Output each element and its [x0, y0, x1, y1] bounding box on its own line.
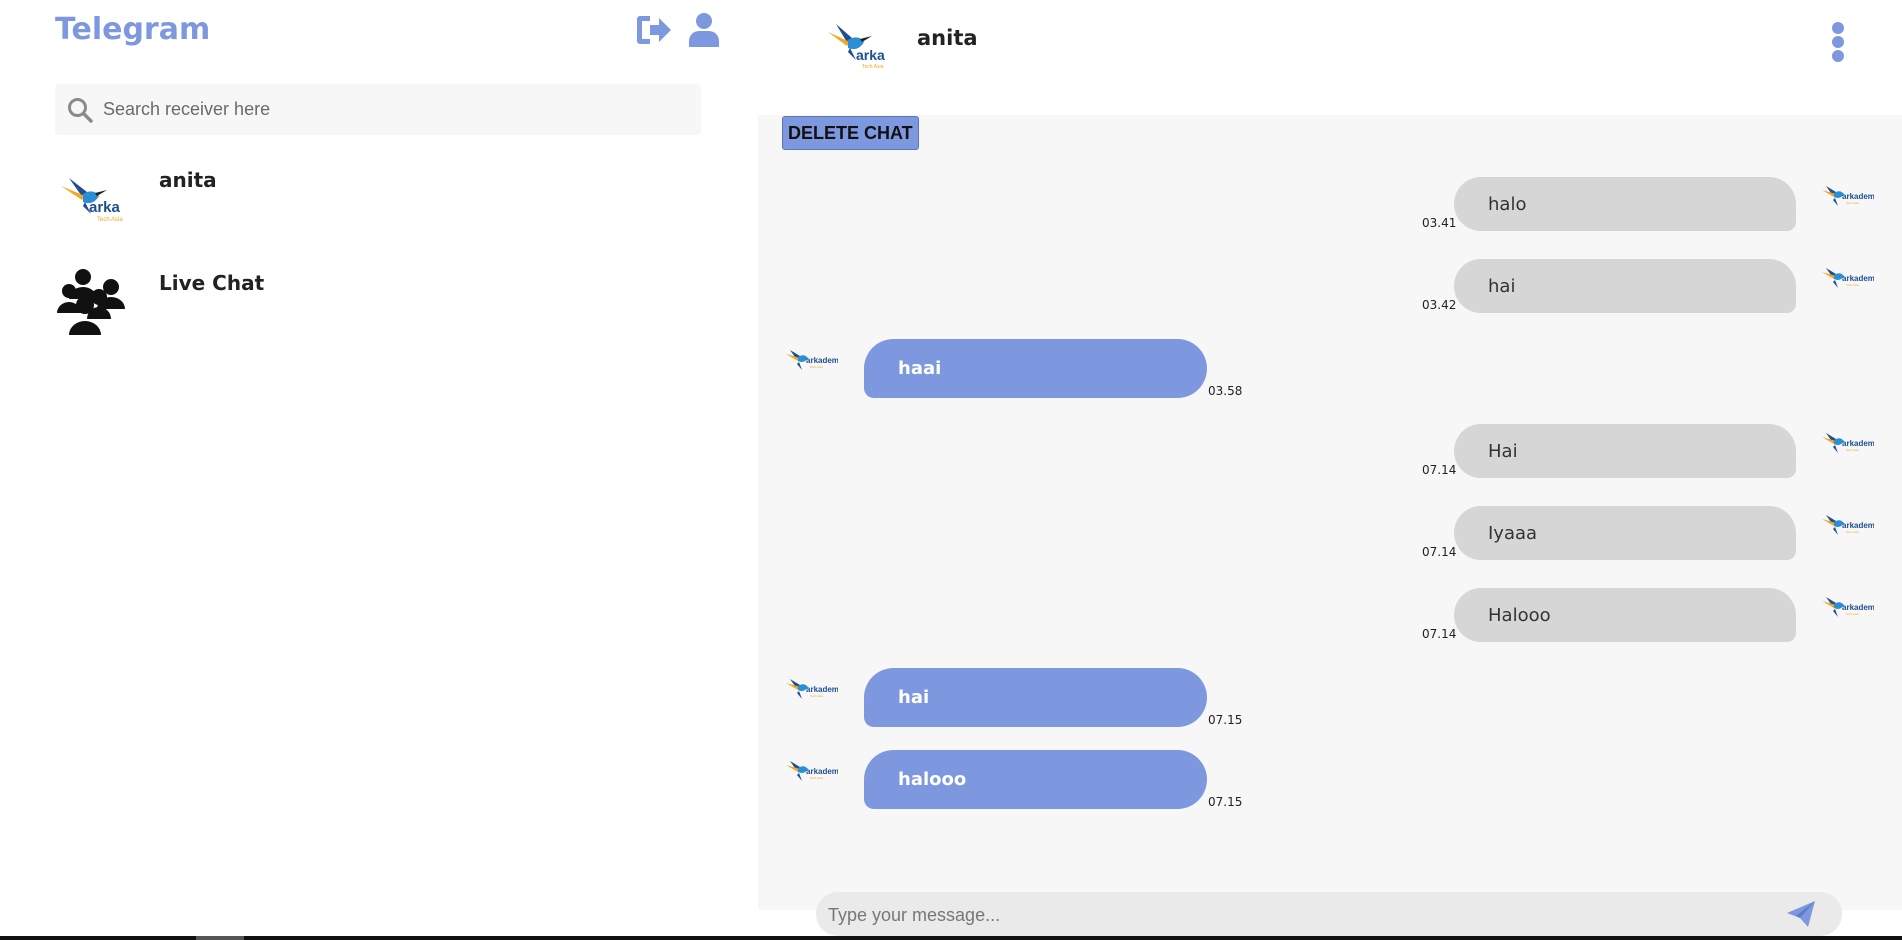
outgoing-message-bubble[interactable]: Hai — [1454, 424, 1796, 478]
incoming-message-bubble[interactable]: halooo — [864, 750, 1207, 809]
arkademy-logo: arkademyTech Asia — [1822, 268, 1874, 288]
message-text: Iyaaa — [1488, 522, 1538, 544]
chat-partner-name: anita — [917, 26, 978, 50]
sidebar: Telegram Search receiver here arka Tech … — [0, 0, 758, 936]
logo-tagline: Tech Asia — [1846, 201, 1859, 205]
arkademy-logo: arkademyTech Asia — [1822, 515, 1874, 535]
message-time: 07.15 — [1208, 795, 1243, 809]
outgoing-message-bubble[interactable]: Halooo — [1454, 588, 1796, 642]
logo-text: arkademy — [1842, 521, 1874, 530]
message-row: arkademyTech Asia haai 03.58 — [758, 339, 1902, 405]
message-composer — [816, 892, 1842, 936]
message-text: hai — [1488, 275, 1516, 297]
message-text: Halooo — [1488, 604, 1551, 626]
arkademy-logo: arkademyTech Asia — [1822, 433, 1874, 453]
outgoing-message-bubble[interactable]: halo — [1454, 177, 1796, 231]
arkademy-logo: arkademyTech Asia — [786, 679, 838, 699]
search-box — [55, 84, 701, 135]
arkademy-logo: arka Tech Asia — [61, 178, 123, 223]
message-time: 07.14 — [1422, 545, 1457, 559]
message-row: arkademyTech Asia Hai 07.14 — [758, 424, 1902, 490]
message-row: arkademyTech Asia hai 03.42 — [758, 259, 1902, 325]
message-text: halooo — [898, 769, 967, 790]
taskbar-edge — [0, 936, 1902, 940]
sidebar-top-icons — [634, 10, 724, 50]
group-icon — [55, 263, 127, 335]
contact-item-live-chat[interactable]: Live Chat — [55, 263, 705, 343]
logo-tagline: Tech Asia — [810, 694, 823, 698]
arkademy-logo: arkademyTech Asia — [1822, 597, 1874, 617]
logo-tagline: Tech Asia — [1846, 612, 1859, 616]
search-input[interactable] — [101, 98, 685, 121]
arkademy-logo: arka Tech Asia — [828, 24, 885, 70]
logo-tagline: Tech Asia — [810, 365, 823, 369]
message-text: hai — [898, 687, 930, 708]
arkademy-logo: arkademyTech Asia — [1822, 186, 1874, 206]
contact-avatar: arka Tech Asia — [55, 160, 127, 232]
svg-text:Tech Asia: Tech Asia — [97, 217, 123, 223]
kebab-menu-icon[interactable] — [1826, 22, 1850, 68]
message-time: 07.15 — [1208, 713, 1243, 727]
delete-chat-button[interactable]: DELETE CHAT — [782, 116, 919, 150]
message-time: 07.14 — [1422, 627, 1457, 641]
app-title: Telegram — [55, 12, 211, 47]
logo-text: arkademy — [1842, 603, 1874, 612]
logo-text: arkademy — [806, 356, 838, 365]
logo-tagline: Tech Asia — [810, 776, 823, 780]
message-row: arkademyTech Asia halo 03.41 — [758, 177, 1902, 243]
logo-tagline: Tech Asia — [1846, 283, 1859, 287]
logo-tagline: Tech Asia — [1846, 448, 1859, 452]
outgoing-message-bubble[interactable]: hai — [1454, 259, 1796, 313]
profile-icon[interactable] — [684, 10, 724, 50]
incoming-message-bubble[interactable]: hai — [864, 668, 1207, 727]
logo-text: arkademy — [806, 685, 838, 694]
contact-name: Live Chat — [159, 271, 265, 295]
message-row: arkademyTech Asia hai 07.15 — [758, 668, 1902, 734]
incoming-message-bubble[interactable]: haai — [864, 339, 1207, 398]
message-time: 03.42 — [1422, 298, 1457, 312]
logo-text: arkademy — [1842, 274, 1874, 283]
message-row: arkademyTech Asia Halooo 07.14 — [758, 588, 1902, 654]
message-row: arkademyTech Asia halooo 07.15 — [758, 750, 1902, 816]
send-icon[interactable] — [1786, 900, 1816, 928]
logo-text: arkademy — [806, 767, 838, 776]
svg-text:arka: arka — [856, 47, 885, 63]
outgoing-message-bubble[interactable]: Iyaaa — [1454, 506, 1796, 560]
arkademy-logo: arkademyTech Asia — [786, 350, 838, 370]
contact-name: anita — [159, 168, 217, 192]
message-text: halo — [1488, 193, 1527, 215]
header-avatar[interactable]: arka Tech Asia — [826, 14, 890, 70]
message-row: arkademyTech Asia Iyaaa 07.14 — [758, 506, 1902, 572]
contact-item-anita[interactable]: arka Tech Asia anita — [55, 160, 705, 240]
svg-text:Tech Asia: Tech Asia — [862, 64, 884, 70]
chat-body[interactable]: DELETE CHAT arkademyTech Asiahalo03.41ar… — [758, 115, 1902, 910]
logo-tagline: Tech Asia — [1846, 530, 1859, 534]
logout-icon[interactable] — [634, 10, 674, 50]
search-icon — [65, 95, 95, 125]
chat-header: arka Tech Asia anita — [758, 0, 1902, 115]
message-time: 07.14 — [1422, 463, 1457, 477]
svg-text:arka: arka — [89, 199, 121, 216]
logo-text: arkademy — [1842, 439, 1874, 448]
message-time: 03.58 — [1208, 384, 1243, 398]
message-time: 03.41 — [1422, 216, 1457, 230]
logo-text: arkademy — [1842, 192, 1874, 201]
message-text: haai — [898, 358, 942, 379]
message-text: Hai — [1488, 440, 1518, 462]
arkademy-logo: arkademyTech Asia — [786, 761, 838, 781]
message-input[interactable] — [826, 900, 1730, 930]
